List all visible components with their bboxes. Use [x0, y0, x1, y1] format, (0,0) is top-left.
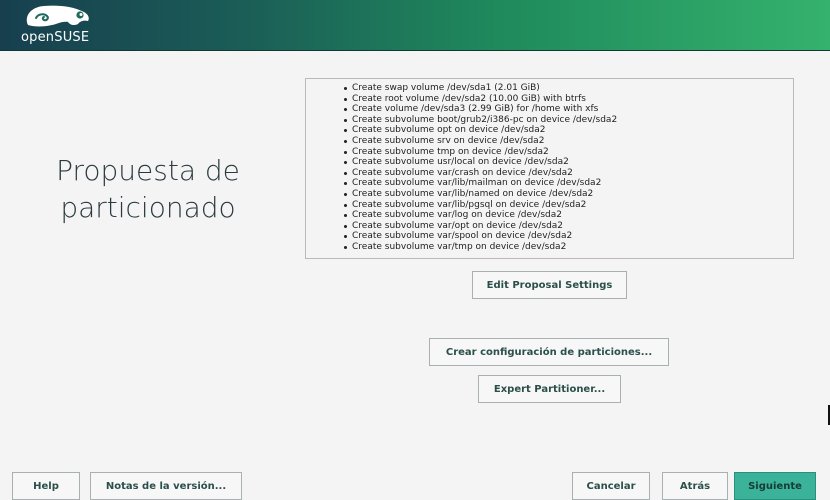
summary-item: Create swap volume /dev/sda1 (2.01 GiB): [342, 83, 793, 94]
partition-summary[interactable]: Create swap volume /dev/sda1 (2.01 GiB) …: [305, 78, 794, 259]
cancel-button[interactable]: Cancelar: [572, 472, 650, 500]
summary-item: Create subvolume var/crash on device /de…: [342, 168, 793, 179]
chameleon-icon: [26, 5, 89, 27]
summary-item: Create subvolume boot/grub2/i386-pc on d…: [342, 115, 793, 126]
page-title-line2: particionado: [60, 191, 236, 224]
summary-item: Create subvolume var/lib/named on device…: [342, 189, 793, 200]
summary-item: Create volume /dev/sda3 (2.99 GiB) for /…: [342, 104, 793, 115]
release-notes-button[interactable]: Notas de la versión...: [90, 472, 242, 500]
expert-partitioner-button[interactable]: Expert Partitioner...: [478, 375, 621, 403]
help-button[interactable]: Help: [12, 472, 80, 500]
summary-item: Create subvolume var/opt on device /dev/…: [342, 221, 793, 232]
summary-item: Create subvolume var/spool on device /de…: [342, 231, 793, 242]
summary-item: Create root volume /dev/sda2 (10.00 GiB)…: [342, 94, 793, 105]
page-title-line1: Propuesta de: [56, 154, 240, 187]
opensuse-logo: openSUSE: [16, 3, 116, 47]
summary-item: Create subvolume var/tmp on device /dev/…: [342, 242, 793, 253]
back-button[interactable]: Atrás: [662, 472, 728, 500]
next-button[interactable]: Siguiente: [734, 472, 816, 500]
brand-name: openSUSE: [21, 30, 90, 45]
summary-item: Create subvolume var/log on device /dev/…: [342, 210, 793, 221]
summary-item: Create subvolume tmp on device /dev/sda2: [342, 147, 793, 158]
summary-item: Create subvolume var/lib/pgsql on device…: [342, 200, 793, 211]
header-bar: openSUSE: [0, 0, 830, 51]
page-title: Propuesta de particionado: [20, 152, 276, 226]
create-partition-config-button[interactable]: Crear configuración de particiones...: [429, 338, 669, 366]
summary-item: Create subvolume opt on device /dev/sda2: [342, 125, 793, 136]
edit-proposal-settings-button[interactable]: Edit Proposal Settings: [472, 271, 627, 299]
summary-item: Create subvolume srv on device /dev/sda2: [342, 136, 793, 147]
summary-item: Create subvolume usr/local on device /de…: [342, 157, 793, 168]
summary-item: Create subvolume var/lib/mailman on devi…: [342, 178, 793, 189]
